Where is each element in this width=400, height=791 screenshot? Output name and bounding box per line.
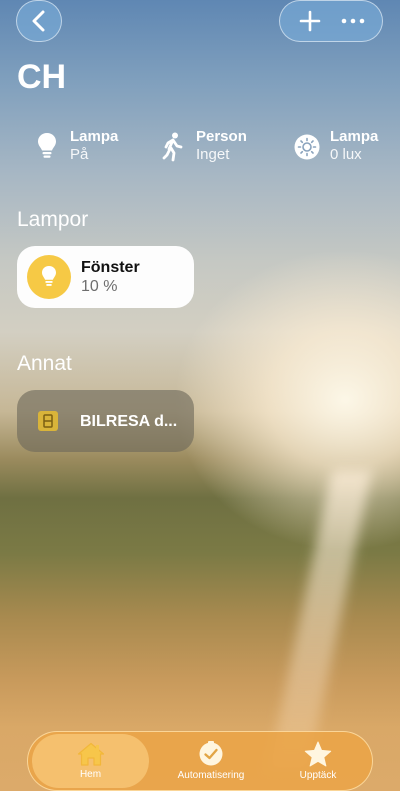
status-value: 0 lux — [330, 146, 362, 163]
status-label: Lampa — [330, 128, 379, 145]
header-actions — [279, 0, 383, 42]
lightbulb-icon — [32, 128, 62, 166]
accessory-tile-window-light[interactable]: Fönster 10 % — [17, 246, 194, 308]
status-summary: Lampa På Person Inget Lampa 0 lux — [0, 128, 400, 172]
accessory-tile-bilresa[interactable]: BILRESA d... — [17, 390, 194, 452]
page-title: CH — [17, 58, 67, 96]
tab-home[interactable]: Hem — [32, 734, 149, 788]
status-item-person[interactable]: Person Inget — [158, 128, 247, 166]
lightbulb-icon[interactable] — [27, 255, 71, 299]
tile-name: Fönster — [81, 258, 140, 276]
section-title-other: Annat — [17, 352, 72, 375]
plus-icon — [299, 10, 320, 32]
more-button[interactable] — [333, 1, 373, 41]
status-value: Inget — [196, 146, 230, 163]
house-icon — [77, 742, 104, 766]
tab-label: Automatisering — [177, 770, 245, 781]
tab-label: Upptäck — [299, 770, 337, 781]
star-icon — [304, 741, 332, 767]
status-value: På — [70, 146, 89, 163]
more-icon — [341, 18, 364, 24]
tab-discover[interactable]: Upptäck — [268, 732, 368, 790]
tab-label: Hem — [79, 769, 102, 780]
status-item-light-level[interactable]: Lampa 0 lux — [292, 128, 378, 166]
status-label: Lampa — [70, 128, 119, 145]
add-button[interactable] — [290, 1, 330, 41]
tab-automation[interactable]: Automatisering — [155, 732, 267, 790]
tag-icon — [38, 411, 58, 431]
walking-person-icon — [158, 128, 188, 166]
sun-brightness-icon — [292, 128, 322, 166]
back-button[interactable] — [16, 0, 62, 42]
status-item-light[interactable]: Lampa På — [32, 128, 118, 166]
tile-name: BILRESA d... — [80, 412, 178, 430]
status-label: Person — [196, 128, 247, 145]
chevron-left-icon — [32, 10, 45, 32]
tab-bar: Hem Automatisering Upptäck — [27, 731, 373, 791]
clock-check-icon — [199, 741, 223, 766]
tile-value: 10 % — [81, 277, 118, 295]
section-title-lights: Lampor — [17, 208, 89, 231]
